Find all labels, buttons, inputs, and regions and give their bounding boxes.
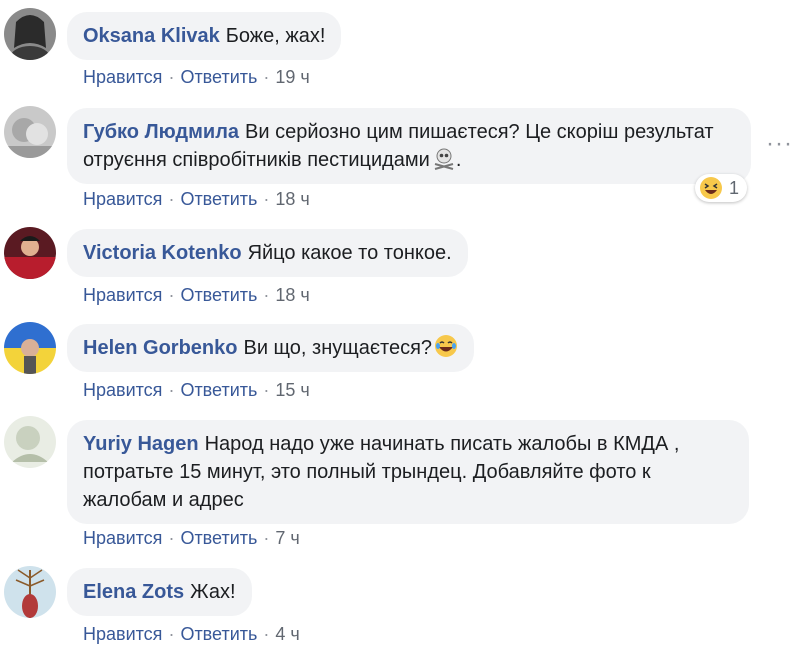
- laughing-emoji-icon: [434, 334, 458, 366]
- comment-text-end: .: [455, 149, 462, 171]
- comment-actions: Нравится · Ответить · 18 ч: [83, 189, 310, 209]
- more-options-icon[interactable]: ···: [766, 132, 793, 156]
- reaction-number: 1: [729, 177, 740, 198]
- comment-time[interactable]: 4 ч: [275, 624, 299, 644]
- comment-bubble: Губко Людмила Ви серйозно цим пишаєтеся? …: [67, 108, 751, 184]
- comment-bubble: Oksana Klivak Боже, жах!: [67, 12, 342, 60]
- comment-author[interactable]: Victoria Kotenko: [83, 242, 242, 264]
- reply-link[interactable]: Ответить: [180, 67, 257, 87]
- like-link[interactable]: Нравится: [83, 67, 162, 87]
- comment-bubble: Elena Zots Жах!: [67, 568, 252, 616]
- avatar[interactable]: [4, 227, 56, 279]
- reply-link[interactable]: Ответить: [180, 380, 257, 400]
- skull-crossbones-icon: [432, 146, 456, 178]
- comment-time[interactable]: 18 ч: [275, 189, 309, 209]
- comment-author[interactable]: Oksana Klivak: [83, 25, 220, 47]
- comment-time[interactable]: 18 ч: [275, 285, 309, 305]
- comment-text: Боже, жах!: [225, 25, 326, 47]
- reply-link[interactable]: Ответить: [180, 285, 257, 305]
- comment-time[interactable]: 7 ч: [275, 528, 299, 548]
- avatar[interactable]: [4, 106, 56, 158]
- avatar[interactable]: [4, 566, 56, 618]
- comment-author[interactable]: Yuriy Hagen: [83, 433, 199, 455]
- comment-actions: Нравится · Ответить · 7 ч: [83, 528, 300, 548]
- comment-time[interactable]: 19 ч: [275, 67, 309, 87]
- reply-link[interactable]: Ответить: [180, 189, 257, 209]
- comment-actions: Нравится · Ответить · 4 ч: [83, 624, 300, 644]
- comment-actions: Нравится · Ответить · 15 ч: [83, 380, 310, 400]
- comment-author[interactable]: Helen Gorbenko: [83, 337, 237, 359]
- comment-actions: Нравится · Ответить · 19 ч: [83, 67, 310, 87]
- like-link[interactable]: Нравится: [83, 380, 162, 400]
- like-link[interactable]: Нравится: [83, 285, 162, 305]
- reply-link[interactable]: Ответить: [180, 528, 257, 548]
- comment-bubble: Helen Gorbenko Ви що, знущаєтеся?: [67, 324, 475, 372]
- comment-actions: Нравится · Ответить · 18 ч: [83, 285, 310, 305]
- avatar[interactable]: [4, 416, 56, 468]
- reply-link[interactable]: Ответить: [180, 624, 257, 644]
- laughing-emoji-icon: [700, 177, 722, 199]
- avatar[interactable]: [4, 8, 56, 60]
- like-link[interactable]: Нравится: [83, 528, 162, 548]
- comment-bubble: Yuriy Hagen Народ надо уже начинать писат…: [67, 420, 749, 524]
- like-link[interactable]: Нравится: [83, 189, 162, 209]
- comment-text: Жах!: [190, 581, 236, 603]
- comment-author[interactable]: Губко Людмила: [83, 121, 239, 143]
- avatar[interactable]: [4, 322, 56, 374]
- like-link[interactable]: Нравится: [83, 624, 162, 644]
- comment-text: Яйцо какое то тонкое.: [247, 242, 452, 264]
- comment-author[interactable]: Elena Zots: [83, 581, 184, 603]
- comment-bubble: Victoria Kotenko Яйцо какое то тонкое.: [67, 229, 468, 277]
- reaction-count[interactable]: 1: [695, 174, 748, 202]
- comment-text: Ви що, знущаєтеся?: [243, 337, 433, 359]
- comment-time[interactable]: 15 ч: [275, 380, 309, 400]
